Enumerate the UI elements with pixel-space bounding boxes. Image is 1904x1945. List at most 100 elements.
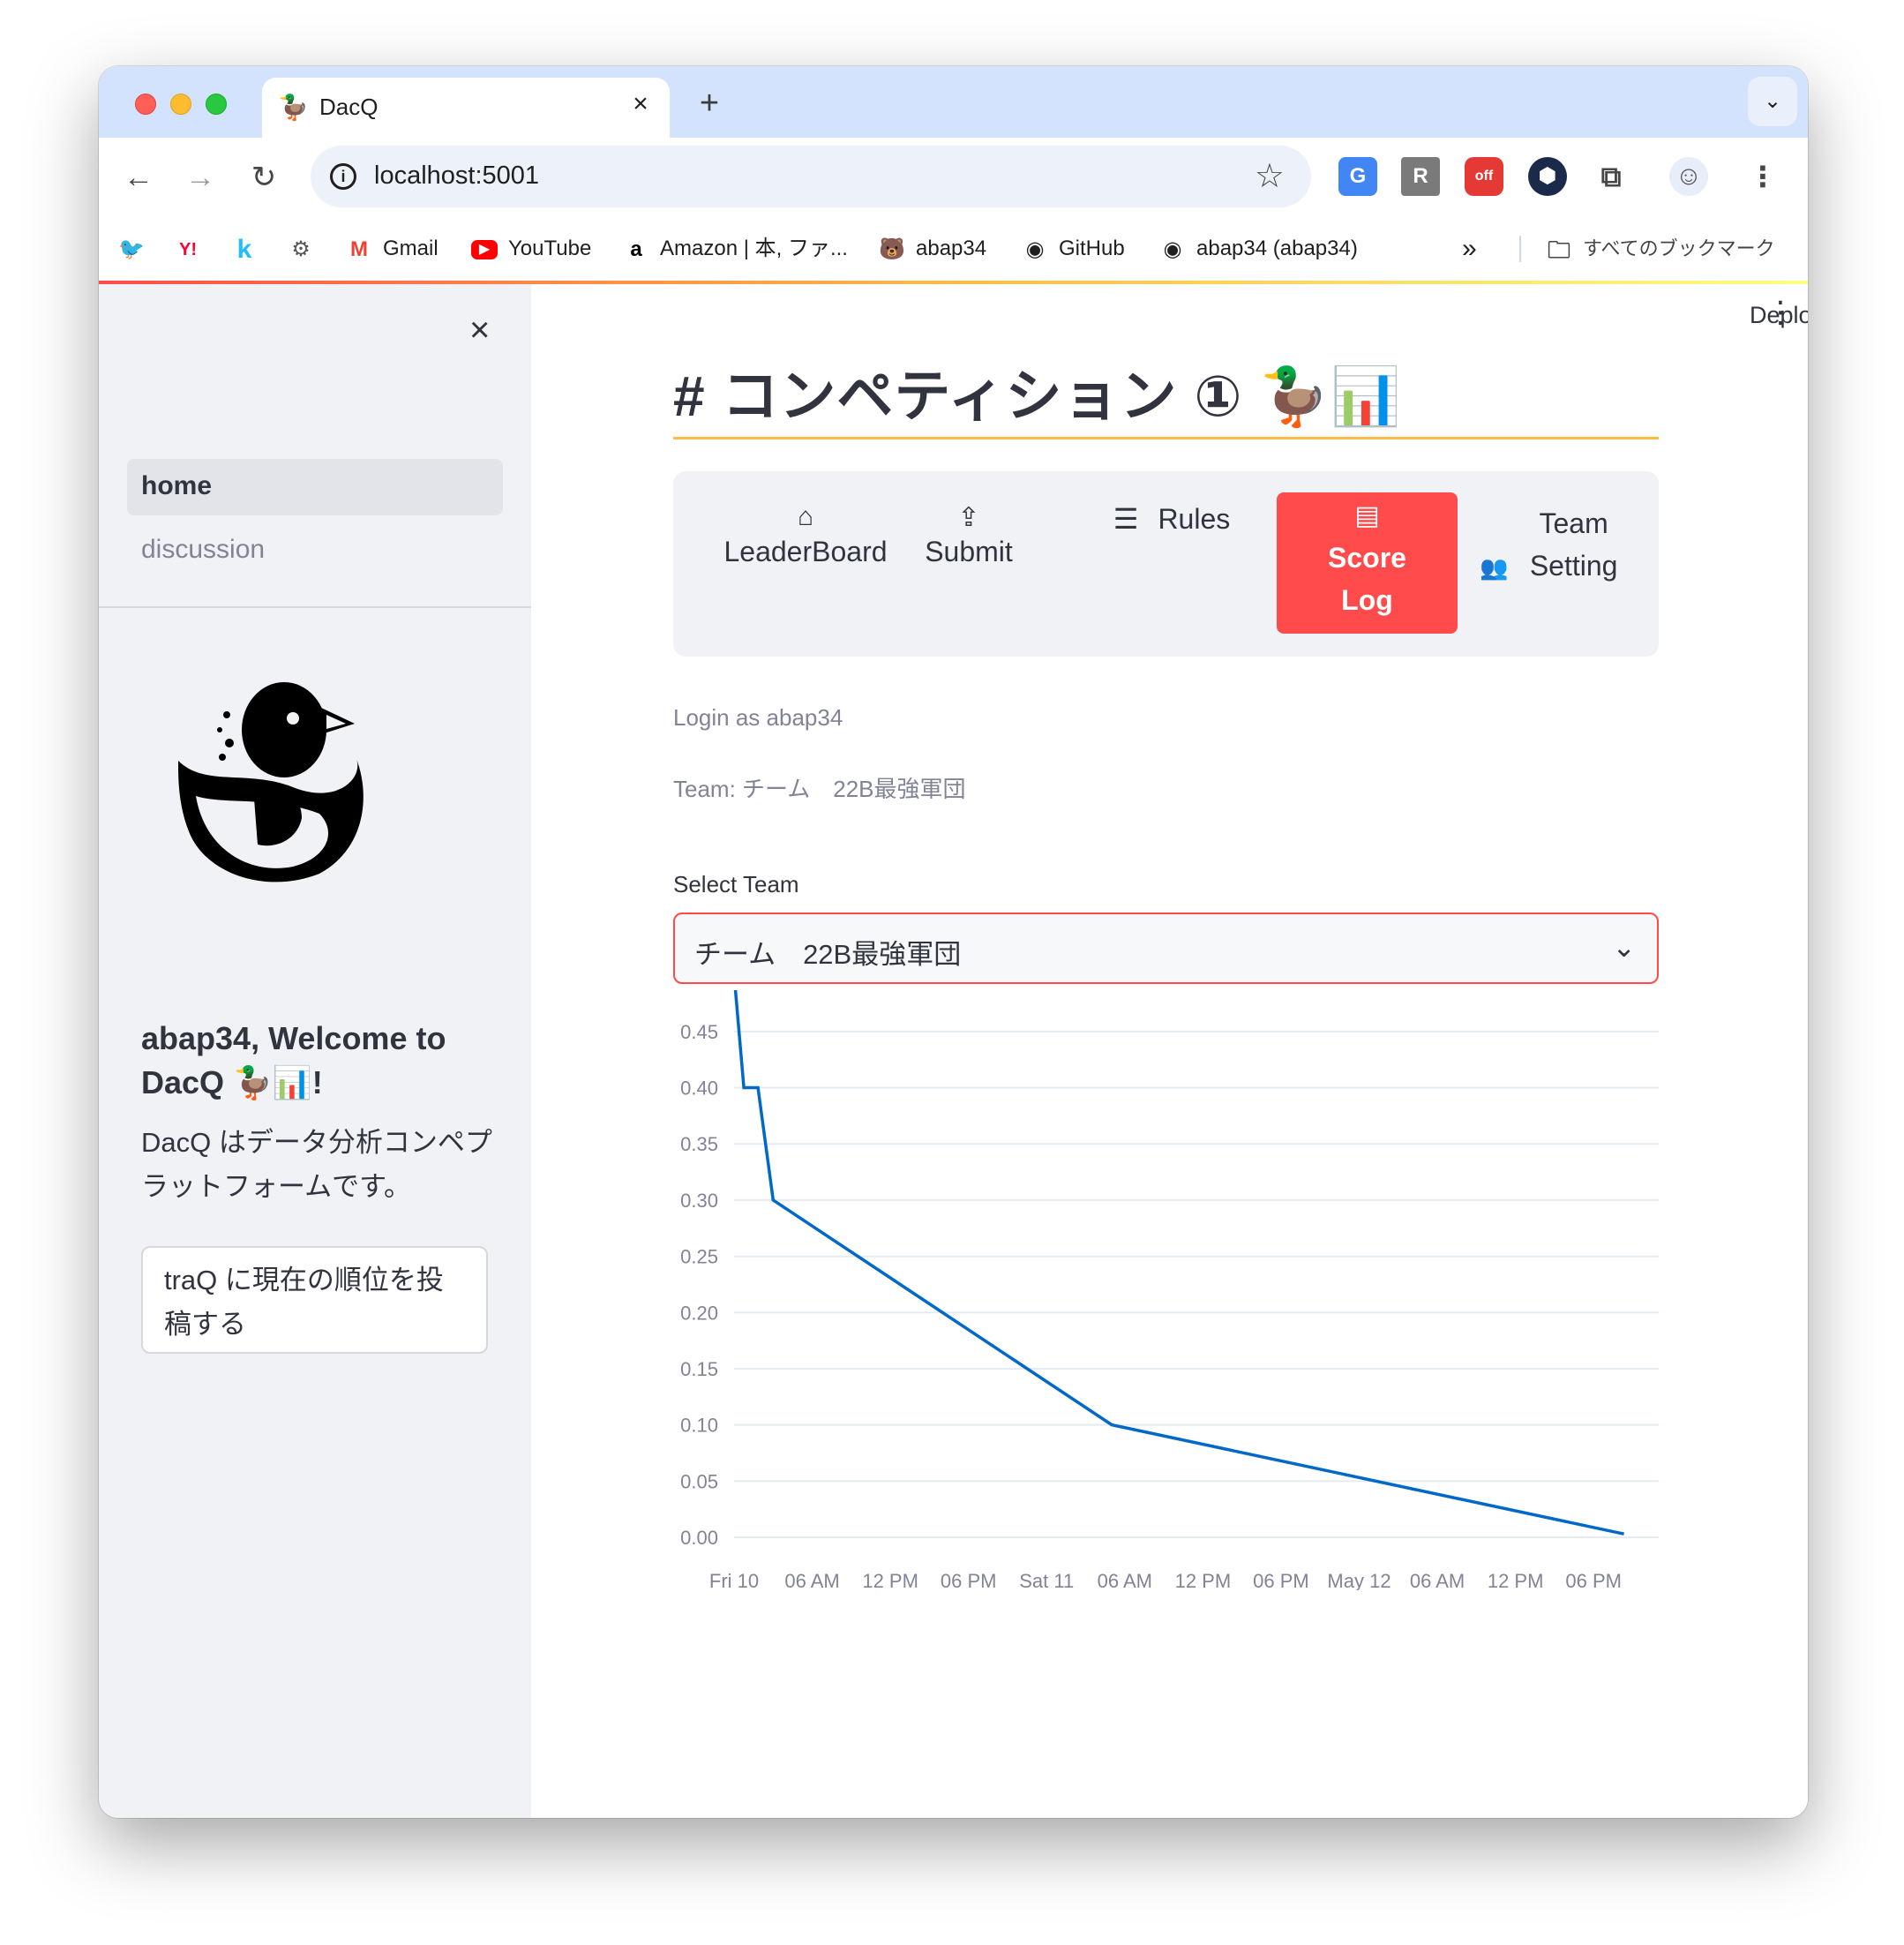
x-tick-label: 12 PM (1175, 1570, 1232, 1590)
forward-button[interactable]: → (178, 155, 222, 199)
reload-button[interactable]: ↻ (242, 155, 286, 199)
github-icon: ◉ (1025, 237, 1045, 261)
bookmarks-bar: 🐦 Y! k ⚙ M Gmail ▶ YouTube a Amazon | 本, ファ… (99, 217, 1808, 281)
kaggle-icon: k (236, 234, 252, 264)
main-content: Deploy ⋮ # コンペティション ① 🦆📊 ⌂ LeaderBoard ⇪… (531, 284, 1808, 1818)
site-info-icon[interactable]: i (330, 163, 356, 190)
duck-logo-icon (178, 682, 364, 882)
bookmark-amazon[interactable]: a Amazon | 本, ファ... (623, 233, 848, 265)
y-tick-label: 0.15 (680, 1358, 718, 1380)
tab-label: LeaderBoard (723, 536, 888, 567)
close-sidebar-icon[interactable]: × (469, 311, 490, 350)
y-tick-label: 0.25 (680, 1246, 718, 1268)
all-bookmarks[interactable]: 🗀 すべてのブックマーク (1546, 233, 1775, 265)
bookmark-gmail[interactable]: M Gmail (346, 233, 439, 265)
bookmark-atcoder[interactable]: ⚙ (288, 233, 325, 265)
zoom-window-button[interactable] (206, 94, 227, 115)
bookmark-twitter[interactable]: 🐦 (118, 233, 155, 265)
sidebar-divider (99, 606, 531, 608)
tab-label: Score Log (1328, 542, 1406, 616)
post-rank-to-traq-button[interactable]: traQ に現在の順位を投稿する (141, 1246, 488, 1354)
bookmarks-divider (1519, 236, 1521, 262)
bookmarks-overflow-icon[interactable]: » (1462, 233, 1477, 265)
tab-leaderboard[interactable]: ⌂ LeaderBoard (717, 502, 894, 568)
select-team-dropdown[interactable]: チーム 22B最強軍団 ⌄ (673, 912, 1659, 984)
back-button[interactable]: ← (116, 155, 161, 199)
bookmark-youtube[interactable]: ▶ YouTube (471, 233, 591, 265)
off-extension-icon[interactable]: off (1465, 157, 1503, 196)
x-tick-label: 06 PM (1565, 1570, 1622, 1590)
tab-label: Submit (925, 536, 1013, 567)
bookmark-yahoo[interactable]: Y! (175, 233, 212, 265)
document-icon: ▤ (1354, 501, 1380, 530)
puzzle-extensions-icon[interactable]: ⧉ (1592, 157, 1630, 196)
twitter-icon: 🐦 (118, 237, 145, 261)
chrome-menu-icon[interactable]: ⋮ (1743, 157, 1782, 196)
y-tick-label: 0.30 (680, 1190, 718, 1212)
y-tick-label: 0.35 (680, 1133, 718, 1155)
option-menu: ⌂ LeaderBoard ⇪ Submit ☰ Rules ▤ Score Lo… (673, 471, 1659, 657)
sidebar: × home discussion abap34, Welcome to Dac… (99, 284, 531, 1818)
house-icon: ⌂ (797, 502, 814, 531)
tab-dacq[interactable]: 🦆 DacQ × (262, 78, 670, 138)
shield-extension-icon[interactable]: ⬢ (1528, 157, 1567, 196)
bookmark-star-icon[interactable]: ☆ (1255, 156, 1285, 196)
x-tick-label: 06 PM (941, 1570, 997, 1590)
x-tick-label: 06 AM (784, 1570, 839, 1590)
x-tick-label: 06 AM (1098, 1570, 1152, 1590)
close-window-button[interactable] (135, 94, 156, 115)
select-team-value[interactable]: チーム 22B最強軍団 (694, 932, 961, 972)
google-translate-icon[interactable]: G (1338, 157, 1377, 196)
tab-submit[interactable]: ⇪ Submit (903, 502, 1035, 568)
x-tick-label: Sat 11 (1019, 1570, 1074, 1590)
url-text[interactable]: localhost:5001 (374, 161, 539, 191)
bookmark-github[interactable]: ◉ GitHub (1022, 233, 1125, 265)
x-tick-label: 12 PM (1488, 1570, 1544, 1590)
y-tick-label: 0.20 (680, 1302, 718, 1324)
r-extension-icon[interactable]: R (1401, 157, 1440, 196)
amazon-icon: a (630, 237, 642, 261)
list-icon: ☰ (1113, 503, 1139, 535)
team-status: Team: チーム 22B最強軍団 (673, 776, 966, 802)
bookmark-abap34-github[interactable]: ◉ abap34 (abap34) (1159, 233, 1358, 265)
tab-title: DacQ (319, 94, 379, 120)
address-bar[interactable]: i localhost:5001 ☆ (311, 146, 1311, 207)
atcoder-icon: ⚙ (291, 237, 311, 261)
tab-search-button[interactable]: ⌄ (1748, 77, 1797, 126)
bookmark-abap34[interactable]: 🐻 abap34 (879, 233, 986, 265)
people-icon: 👥 (1480, 554, 1509, 581)
x-tick-label: 06 PM (1253, 1570, 1309, 1590)
page-title: # コンペティション ① 🦆📊 (673, 364, 1402, 428)
y-tick-label: 0.10 (680, 1415, 718, 1437)
tab-label: Rules (1158, 503, 1231, 535)
github-icon: ◉ (1163, 237, 1182, 261)
tab-strip: 🦆 DacQ × + ⌄ (99, 66, 1808, 138)
bookmark-label: abap34 (916, 237, 987, 260)
minimize-window-button[interactable] (170, 94, 191, 115)
tab-rules[interactable]: ☰ Rules (1106, 502, 1238, 536)
y-tick-label: 0.05 (680, 1470, 718, 1492)
sidebar-item-home[interactable]: home (127, 459, 503, 515)
bookmark-label: Gmail (383, 237, 439, 260)
browser-toolbar: ← → ↻ i localhost:5001 ☆ G R off ⬢ ⧉ ☺ ⋮ (99, 138, 1808, 217)
tab-score-log[interactable]: ▤ Score Log (1277, 492, 1458, 634)
title-divider (673, 437, 1659, 439)
folder-icon: 🗀 (1547, 237, 1570, 264)
bookmark-label: abap34 (abap34) (1196, 237, 1358, 260)
tab-label: Team Setting (1529, 507, 1618, 582)
y-tick-label: 0.40 (680, 1078, 718, 1100)
yahoo-icon: Y! (179, 239, 197, 259)
x-tick-label: 12 PM (862, 1570, 918, 1590)
new-tab-button[interactable]: + (690, 84, 729, 123)
tab-team-setting[interactable]: 👥 Team Setting (1467, 502, 1644, 589)
sidebar-item-label: home (141, 471, 213, 500)
profile-avatar-icon[interactable]: ☺ (1669, 157, 1708, 196)
x-tick-label: 06 AM (1410, 1570, 1465, 1590)
tab-close-icon[interactable]: × (626, 89, 656, 119)
sidebar-item-discussion[interactable]: discussion (141, 535, 265, 565)
bookmark-kaggle[interactable]: k (231, 233, 268, 265)
youtube-icon: ▶ (471, 239, 498, 259)
chevron-down-icon[interactable]: ⌄ (1612, 930, 1636, 964)
main-menu-icon[interactable]: ⋮ (1765, 297, 1795, 327)
y-tick-label: 0.00 (680, 1527, 718, 1549)
